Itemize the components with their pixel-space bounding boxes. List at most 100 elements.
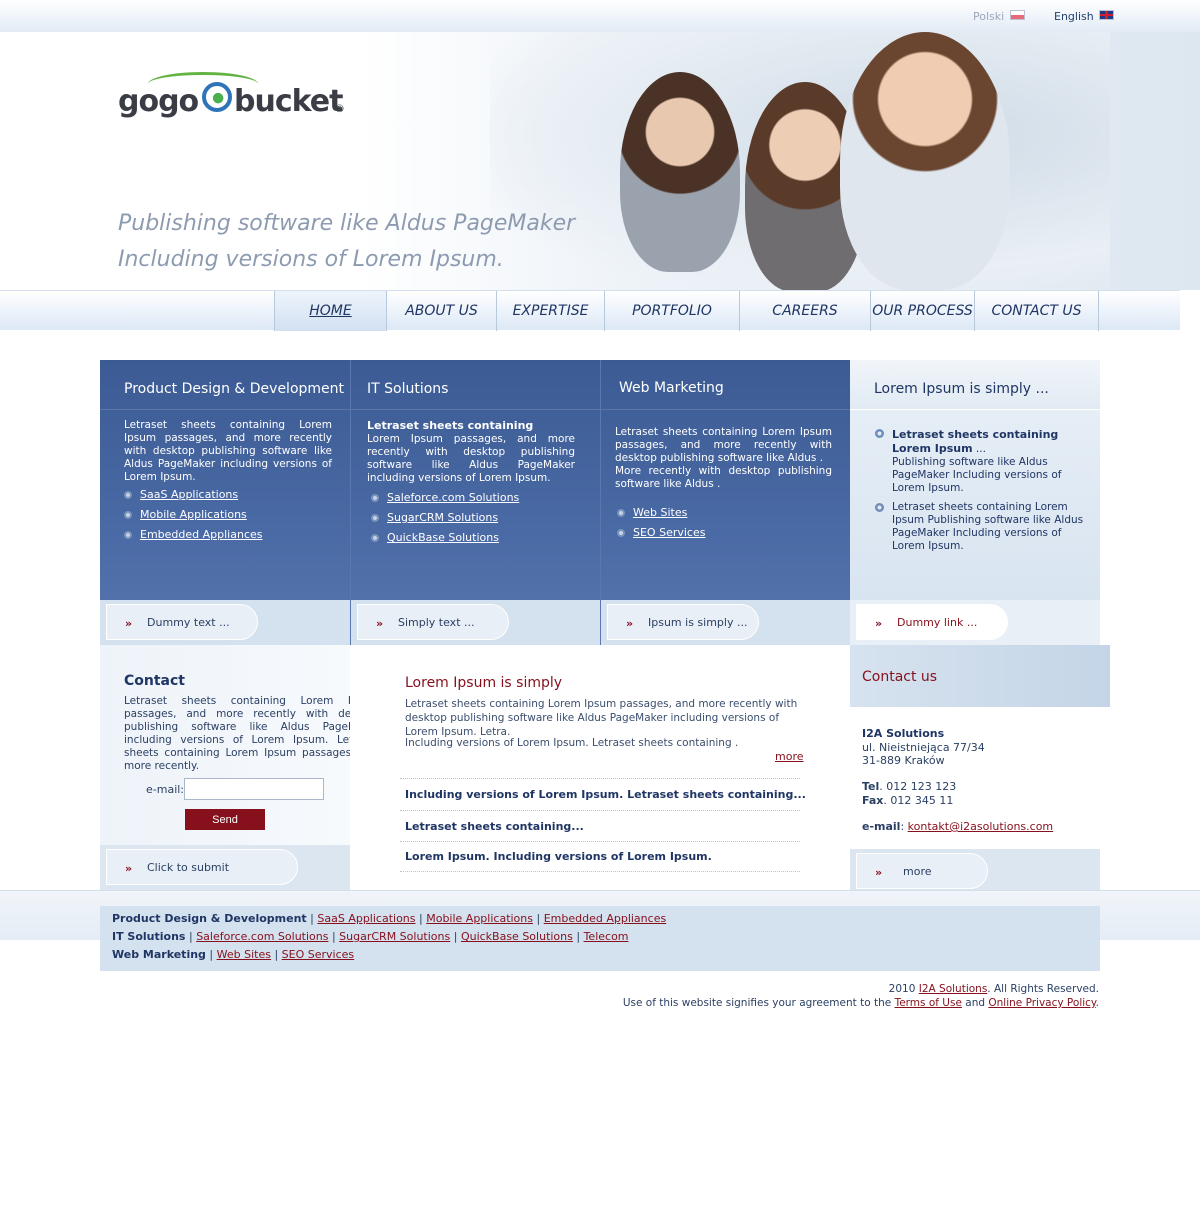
link-quickbase-solutions[interactable]: QuickBase Solutions — [387, 531, 499, 544]
feature-footer: » Dummy link ... — [850, 600, 1100, 645]
feature-footer: » Ipsum is simply ... — [601, 600, 850, 645]
contact-footer: » Click to submit — [100, 845, 350, 890]
news-more-link[interactable]: more — [775, 750, 804, 763]
link-mobile-applications[interactable]: Mobile Applications — [140, 508, 247, 521]
nav-portfolio[interactable]: PORTFOLIO — [604, 291, 739, 331]
email-field[interactable] — [184, 778, 324, 800]
list-item: Mobile Applications — [124, 508, 263, 528]
contact-more-button[interactable]: » more — [856, 853, 988, 889]
contact-text: Letraset sheets containing Lorem Ipsum p… — [124, 695, 380, 772]
registered-mark: ® — [334, 102, 345, 115]
sitemap-link[interactable]: Web Sites — [217, 948, 271, 961]
uk-flag-icon[interactable] — [1099, 10, 1114, 20]
send-button[interactable]: Send — [185, 809, 265, 830]
contact-form-panel: Contact Letraset sheets containing Lorem… — [100, 645, 380, 890]
sitemap-link[interactable]: Saleforce.com Solutions — [196, 930, 328, 943]
feature-lorem-ipsum: Lorem Ipsum is simply ... Letraset sheet… — [850, 360, 1100, 645]
fax-value: . 012 345 11 — [883, 794, 954, 807]
feature-footer-button[interactable]: » Dummy link ... — [856, 604, 1008, 640]
feature-item-text-2: Letraset sheets containing Lorem Ipsum P… — [892, 501, 1084, 552]
sitemap-title: Web Marketing — [112, 948, 206, 961]
sitemap-link[interactable]: SEO Services — [282, 948, 354, 961]
list-item: Saleforce.com Solutions — [371, 491, 519, 511]
contact-us-panel: Contact us I2A Solutions ul. Nieistnieją… — [850, 645, 1110, 890]
sitemap-link[interactable]: Telecom — [584, 930, 629, 943]
link-saleforce-solutions[interactable]: Saleforce.com Solutions — [387, 491, 519, 504]
news-text-2: Including versions of Lorem Ipsum. Letra… — [405, 737, 739, 749]
copyright-rights: . All Rights Reserved. — [987, 983, 1099, 995]
feature-links: Web Sites SEO Services — [617, 506, 705, 546]
nav-contact-us[interactable]: CONTACT US — [974, 291, 1098, 331]
globe-icon — [202, 82, 232, 112]
feature-product-design: Product Design & Development Letraset sh… — [100, 360, 350, 645]
hero-person-woman-left — [620, 72, 740, 272]
double-chevron-icon: » — [626, 617, 634, 630]
feature-it-solutions: IT Solutions Letraset sheets containing … — [350, 360, 600, 645]
link-embedded-appliances[interactable]: Embedded Appliances — [140, 528, 263, 541]
nav-expertise[interactable]: EXPERTISE — [496, 291, 604, 331]
feature-footer-label: Simply text ... — [398, 616, 475, 629]
copyright-line: 2010 I2A Solutions. All Rights Reserved. — [623, 982, 1099, 996]
tel-label: Tel — [862, 780, 880, 793]
link-saas-applications[interactable]: SaaS Applications — [140, 488, 238, 501]
feature-title: Web Marketing — [619, 380, 724, 396]
sitemap-link[interactable]: QuickBase Solutions — [461, 930, 573, 943]
feature-item-suffix: ... — [975, 443, 986, 455]
language-bar: Polski English — [0, 0, 1200, 32]
privacy-policy-link[interactable]: Online Privacy Policy — [988, 997, 1095, 1009]
feature-web-marketing: Web Marketing Letraset sheets containing… — [600, 360, 850, 645]
hero-person-man — [840, 32, 1010, 290]
divider — [400, 778, 800, 779]
feature-links: Saleforce.com Solutions SugarCRM Solutio… — [371, 491, 519, 551]
sitemap-title: IT Solutions — [112, 930, 186, 943]
bullet-icon — [875, 429, 884, 438]
link-seo-services[interactable]: SEO Services — [633, 526, 705, 539]
sitemap-row-it-solutions: IT Solutions | Saleforce.com Solutions |… — [112, 930, 629, 943]
poland-flag-icon[interactable] — [1010, 10, 1025, 20]
company-link[interactable]: I2A Solutions — [919, 983, 988, 995]
agreement-line: Use of this website signifies your agree… — [623, 996, 1099, 1010]
feature-header: IT Solutions — [351, 360, 600, 410]
double-chevron-icon: » — [875, 866, 883, 879]
nav-home[interactable]: HOME — [274, 291, 386, 331]
sitemap-link[interactable]: Embedded Appliances — [544, 912, 667, 925]
language-english-link[interactable]: English — [1054, 10, 1094, 23]
email-label: e-mail: — [146, 783, 185, 796]
feature-text-2: More recently with desktop publishing so… — [615, 465, 832, 490]
feature-text: Lorem Ipsum passages, and more recently … — [367, 433, 575, 484]
gogobucket-logo[interactable]: gogo bucket ® — [118, 72, 352, 124]
nav-careers[interactable]: CAREERS — [739, 291, 870, 331]
nav-our-process[interactable]: OUR PROCESS — [870, 291, 974, 331]
feature-footer-button[interactable]: » Simply text ... — [357, 604, 509, 640]
divider — [400, 841, 800, 842]
news-item[interactable]: Including versions of Lorem Ipsum. Letra… — [405, 788, 806, 801]
sitemap-row-product-design: Product Design & Development | SaaS Appl… — [112, 912, 667, 925]
bullet-icon — [875, 503, 884, 512]
email-link[interactable]: kontakt@i2asolutions.com — [908, 820, 1054, 833]
news-item[interactable]: Lorem Ipsum. Including versions of Lorem… — [405, 850, 712, 863]
sitemap-link[interactable]: SugarCRM Solutions — [339, 930, 450, 943]
email: e-mail: kontakt@i2asolutions.com — [862, 820, 1053, 833]
feature-text: Letraset sheets containing Lorem Ipsum p… — [615, 426, 832, 464]
terms-of-use-link[interactable]: Terms of Use — [895, 997, 962, 1009]
language-polish-link[interactable]: Polski — [973, 10, 1004, 23]
nav-about-us[interactable]: ABOUT US — [386, 291, 496, 331]
link-sugarcrm-solutions[interactable]: SugarCRM Solutions — [387, 511, 498, 524]
feature-title: Lorem Ipsum is simply ... — [874, 381, 1049, 397]
submit-button[interactable]: » Click to submit — [106, 849, 298, 885]
feature-heading: Letraset sheets containing — [367, 419, 534, 432]
contact-us-footer: » more — [850, 849, 1100, 890]
double-chevron-icon: » — [125, 862, 133, 875]
divider — [400, 810, 800, 811]
logo-text-gogo: gogo — [118, 84, 199, 119]
sitemap-link[interactable]: Mobile Applications — [426, 912, 533, 925]
feature-footer-button[interactable]: » Ipsum is simply ... — [607, 604, 759, 640]
tel-value: . 012 123 123 — [879, 780, 957, 793]
news-item[interactable]: Letraset sheets containing... — [405, 820, 584, 833]
sitemap-link[interactable]: SaaS Applications — [317, 912, 415, 925]
feature-footer-button[interactable]: » Dummy text ... — [106, 604, 258, 640]
sitemap-title: Product Design & Development — [112, 912, 307, 925]
footer-sitemap: Product Design & Development | SaaS Appl… — [100, 906, 1100, 971]
fax-label: Fax — [862, 794, 884, 807]
link-web-sites[interactable]: Web Sites — [633, 506, 687, 519]
